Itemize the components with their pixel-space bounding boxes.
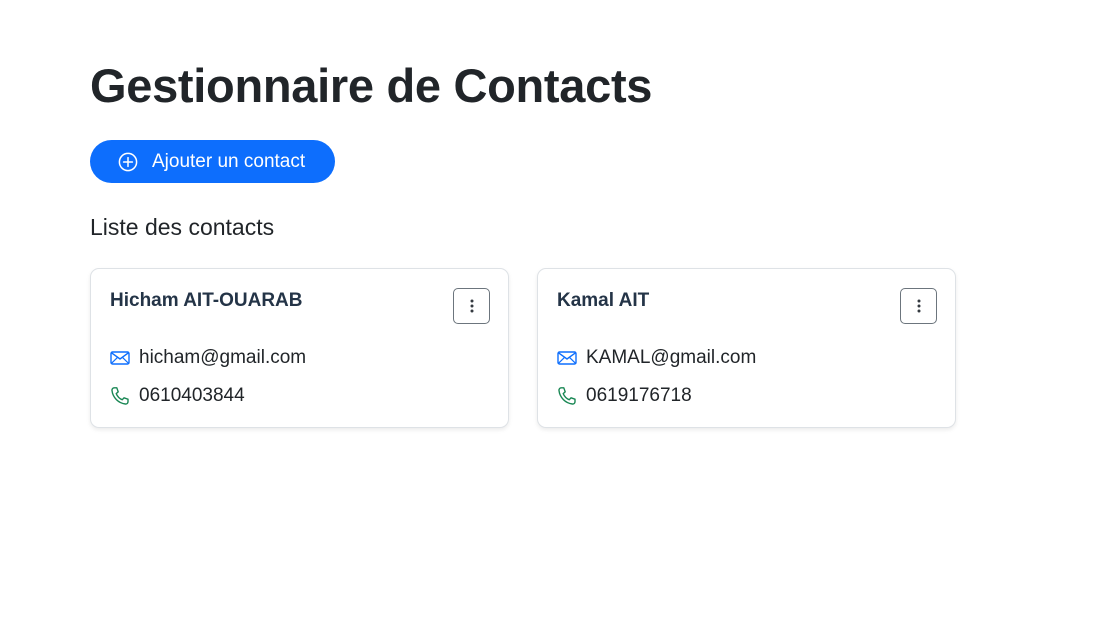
page-title: Gestionnaire de Contacts [90, 59, 653, 112]
contact-phone: 0610403844 [139, 385, 245, 406]
contact-options-button[interactable] [453, 288, 490, 324]
telephone-icon [557, 386, 577, 406]
envelope-icon [557, 348, 577, 368]
plus-circle-icon [118, 152, 138, 172]
contact-card: Hicham AIT-OUARAB hicham@gmail.com 06104… [90, 268, 509, 428]
envelope-icon [110, 348, 130, 368]
contact-card: Kamal AIT KAMAL@gmail.com 0619176718 [537, 268, 956, 428]
add-contact-button[interactable]: Ajouter un contact [90, 140, 335, 183]
contact-name: Hicham AIT-OUARAB [110, 290, 303, 311]
contact-email-row: hicham@gmail.com [110, 346, 306, 370]
contact-phone-row: 0619176718 [557, 384, 692, 408]
contact-manager-page: Gestionnaire de Contacts Ajouter un cont… [0, 0, 1115, 633]
contact-phone-row: 0610403844 [110, 384, 245, 408]
contact-email: KAMAL@gmail.com [586, 347, 757, 368]
contact-name: Kamal AIT [557, 290, 650, 311]
telephone-icon [110, 386, 130, 406]
contact-phone: 0619176718 [586, 385, 692, 406]
contact-email-row: KAMAL@gmail.com [557, 346, 756, 370]
three-dots-vertical-icon [917, 299, 921, 313]
contacts-list-title: Liste des contacts [90, 214, 275, 240]
add-contact-label: Ajouter un contact [152, 150, 306, 172]
three-dots-vertical-icon [470, 299, 474, 313]
contacts-list: Hicham AIT-OUARAB hicham@gmail.com 06104… [90, 268, 956, 428]
contact-email: hicham@gmail.com [139, 347, 307, 368]
contact-options-button[interactable] [900, 288, 937, 324]
